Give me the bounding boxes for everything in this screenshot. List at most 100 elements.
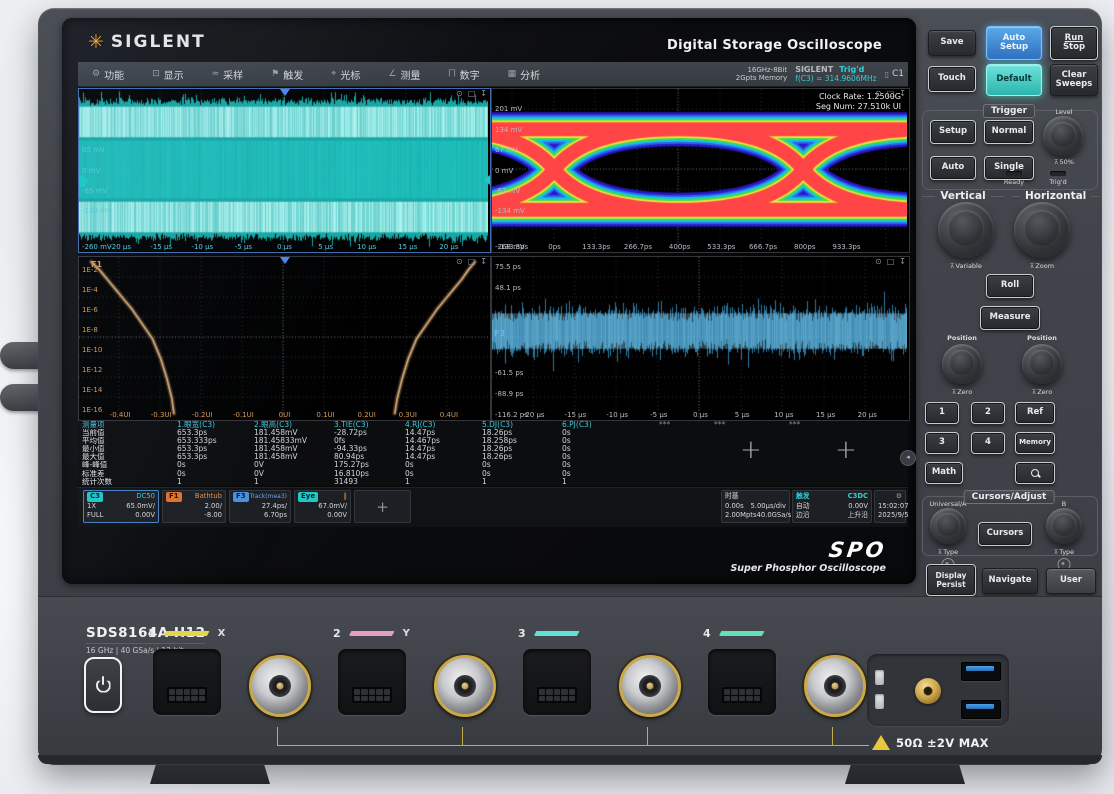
horizontal-position-knob[interactable] xyxy=(1022,344,1062,384)
measure-button[interactable]: Measure xyxy=(980,306,1040,330)
power-button[interactable] xyxy=(84,657,122,713)
cell-4-3: 0s xyxy=(405,461,482,469)
search-button[interactable] xyxy=(1015,462,1055,484)
table-col-header-4[interactable]: 5.DJ(C3) xyxy=(482,421,562,429)
channel-c3-box[interactable]: C3DC50 1X65.0mV/ FULL0.00V xyxy=(83,490,159,523)
vertical-scale-knob[interactable] xyxy=(938,202,994,258)
input-warning: 50Ω ±2V MAX xyxy=(872,735,989,750)
trigger-box[interactable]: 触发C3DC 自动0.00V 边沿上升沿 xyxy=(792,490,872,523)
trigger-single-button[interactable]: Single xyxy=(984,156,1034,180)
camera-icon[interactable]: ⊙ xyxy=(456,257,463,267)
trigger-position-marker[interactable] xyxy=(280,257,290,264)
auto-setup-button[interactable]: Auto Setup xyxy=(986,26,1042,60)
channel-4-button[interactable]: 4 xyxy=(971,432,1005,454)
probe-socket-4 xyxy=(708,649,776,715)
trigger-normal-button[interactable]: Normal xyxy=(984,120,1034,144)
menu-icon-4: ⌖ xyxy=(331,69,336,79)
menu-item-5[interactable]: ∠测量 xyxy=(374,62,434,86)
menu-item-1[interactable]: ⊡显示 xyxy=(138,62,198,86)
trigger-level-knob[interactable] xyxy=(1043,116,1083,156)
channel-3-button[interactable]: 3 xyxy=(925,432,959,454)
trace-f3-box[interactable]: F3Track(mea3) 27.4ps/ 6.70ps xyxy=(229,490,291,523)
touch-button[interactable]: Touch xyxy=(928,66,976,92)
panel-bathtub[interactable]: ⊙ □ ↧ F1 1E-21E-41E-61E-81E-101E-121E-14… xyxy=(78,256,491,421)
table-col-header-8[interactable]: *** xyxy=(789,421,908,429)
eye-canvas xyxy=(492,89,907,250)
cell-3-1: 181.458mV xyxy=(254,453,334,461)
panel-eye-icons: ⊙ □ ↧ xyxy=(875,89,906,99)
add-measurement-slot-1[interactable]: + xyxy=(835,437,857,463)
cell-5-2: 16.810ps xyxy=(334,470,405,478)
trigger-auto-button[interactable]: Auto xyxy=(930,156,976,180)
timebase-points: 2.00Mpts xyxy=(725,511,757,521)
x-tick: 10 µs xyxy=(357,243,376,251)
universal-a-knob[interactable] xyxy=(930,508,966,544)
fullscreen-icon[interactable]: □ xyxy=(887,89,895,99)
pin-icon[interactable]: ↧ xyxy=(899,257,906,267)
memory-button[interactable]: Memory xyxy=(1015,432,1055,454)
camera-icon[interactable]: ⊙ xyxy=(875,257,882,267)
horizontal-scale-knob[interactable] xyxy=(1014,202,1070,258)
table-col-header-3[interactable]: 4.RJ(C3) xyxy=(405,421,482,429)
channel-4: 4 xyxy=(703,627,893,747)
trace-eye-box[interactable]: Eye‖ 67.0mV/ 0.00V xyxy=(294,490,351,523)
default-button[interactable]: Default xyxy=(986,64,1042,96)
pin-icon[interactable]: ↧ xyxy=(480,89,487,99)
navigate-button[interactable]: Navigate xyxy=(982,568,1038,594)
slide-out-tab[interactable]: ◂ xyxy=(900,450,916,466)
camera-icon[interactable]: ⊙ xyxy=(456,89,463,99)
menu-item-3[interactable]: ⚑触发 xyxy=(257,62,317,86)
channel-2-button[interactable]: 2 xyxy=(971,402,1005,424)
fullscreen-icon[interactable]: □ xyxy=(468,89,476,99)
panel-eye-diagram[interactable]: ⊙ □ ↧ Clock Rate: 1.2500G Seg Num: 27.51… xyxy=(491,88,910,253)
menu-item-4[interactable]: ⌖光标 xyxy=(317,62,374,86)
oscilloscope-screen[interactable]: ⚙功能⊡显示≈采样⚑触发⌖光标∠测量⨅数字▦分析 16GHz-8Bit 2Gpt… xyxy=(78,62,908,526)
trigger-setup-button[interactable]: Setup xyxy=(930,120,976,144)
channel-1-button[interactable]: 1 xyxy=(925,402,959,424)
x-tick: 0.1UI xyxy=(316,411,334,419)
socket-pins xyxy=(167,687,207,703)
table-col-header-1[interactable]: 2.眼高(C3) xyxy=(254,421,334,429)
math-button[interactable]: Math xyxy=(925,462,963,484)
camera-icon[interactable]: ⊙ xyxy=(875,89,882,99)
siglent-logo: ✳ SIGLENT xyxy=(88,32,206,52)
table-col-header-0[interactable]: 1.眼宽(C3) xyxy=(177,421,254,429)
bnc-connector-1 xyxy=(249,655,311,717)
fullscreen-icon[interactable]: □ xyxy=(887,257,895,267)
add-measurement-slot-0[interactable]: + xyxy=(740,437,762,463)
display-persist-button[interactable]: Display Persist xyxy=(926,564,976,596)
menu-item-0[interactable]: ⚙功能 xyxy=(78,62,138,86)
clear-sweeps-button[interactable]: Clear Sweeps xyxy=(1050,64,1098,96)
panel-jitter-track[interactable]: ⊙ □ ↧ F3 75.5 ps48.1 ps-61.5 ps-88.9 ps-… xyxy=(491,256,910,421)
trace-f1-box[interactable]: F1Bathtub 2.00/ -8.00 xyxy=(162,490,226,523)
fullscreen-icon[interactable]: □ xyxy=(468,257,476,267)
menu-status-area: 16GHz-8Bit 2Gpts Memory SIGLENT Trig'd f… xyxy=(736,62,904,86)
menu-item-2[interactable]: ≈采样 xyxy=(198,62,258,86)
trigger-level-label: Level xyxy=(1055,108,1072,116)
connector-panel: SDS8164A H12 16 GHz | 40 GSa/s | 12-bit … xyxy=(38,596,1102,765)
timebase-box[interactable]: 时基 0.00s5.00µs/div 2.00Mpts40.0GSa/s xyxy=(721,490,790,523)
table-col-header-7[interactable]: *** xyxy=(714,421,789,429)
vertical-position-knob[interactable] xyxy=(942,344,982,384)
b-knob[interactable] xyxy=(1046,508,1082,544)
add-trace-box[interactable]: + xyxy=(354,490,411,523)
channel-2-label: 2Y xyxy=(333,627,410,640)
user-button[interactable]: User xyxy=(1046,568,1096,594)
ref-button[interactable]: Ref xyxy=(1015,402,1055,424)
active-channel-indicator[interactable]: ▯ C1 xyxy=(885,69,904,79)
table-col-header-2[interactable]: 3.TIE(C3) xyxy=(334,421,405,429)
cursors-button[interactable]: Cursors xyxy=(978,522,1032,546)
pin-icon[interactable]: ↧ xyxy=(480,257,487,267)
menu-item-7[interactable]: ▦分析 xyxy=(494,62,555,86)
table-col-header-6[interactable]: *** xyxy=(659,421,714,429)
trigger-level-marker[interactable] xyxy=(484,175,490,185)
cell-1-2: 0fs xyxy=(334,437,405,445)
run-stop-button[interactable]: Run Stop xyxy=(1050,26,1098,60)
menu-item-6[interactable]: ⨅数字 xyxy=(434,62,493,86)
panel-waveform[interactable]: ⊙ □ ↧ 65 mV0 mV-65 mV-130 mV-20 µs-15 µs… xyxy=(78,88,491,253)
table-col-header-5[interactable]: 6.PJ(C3) xyxy=(562,421,659,429)
trigger-position-marker[interactable] xyxy=(280,89,290,96)
pin-icon[interactable]: ↧ xyxy=(899,89,906,99)
save-button[interactable]: Save xyxy=(928,30,976,56)
roll-button[interactable]: Roll xyxy=(986,274,1034,298)
